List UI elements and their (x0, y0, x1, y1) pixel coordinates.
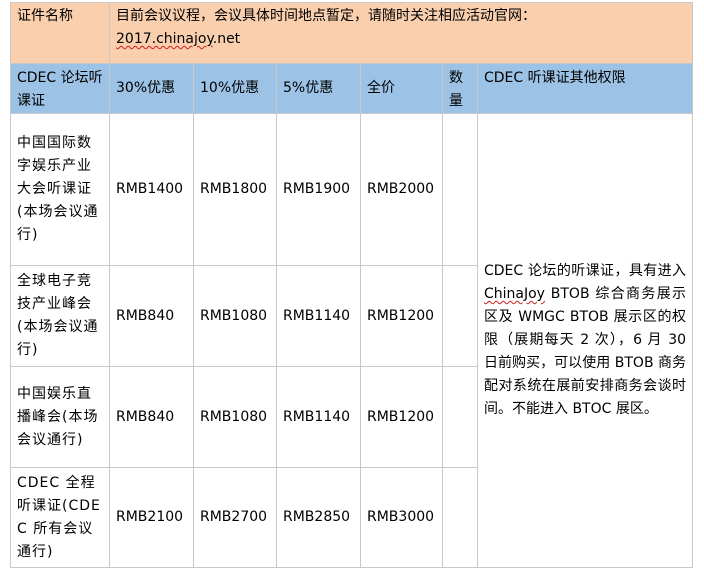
quantity-cell[interactable] (442, 265, 478, 367)
header-discount-10: 10%优惠 (193, 63, 277, 114)
header-full-price: 全价 (360, 63, 443, 114)
pass-name: 中国娱乐直播峰会(本场会议通行) (10, 366, 110, 468)
price-full: RMB1200 (360, 265, 443, 367)
price-30: RMB2100 (109, 467, 194, 568)
pass-name: 中国国际数字娱乐产业大会听课证(本场会议通行) (10, 113, 110, 266)
price-5: RMB2850 (276, 467, 361, 568)
price-10: RMB2700 (193, 467, 277, 568)
price-5: RMB1140 (276, 265, 361, 367)
header-row: CDEC 论坛听课证 30%优惠 10%优惠 5%优惠 全价 数量 CDEC 听… (10, 63, 694, 114)
website-link-suffix: .net (212, 31, 241, 47)
price-full: RMB2000 (360, 113, 443, 266)
price-10: RMB1800 (193, 113, 277, 266)
other-rights-text: CDEC 论坛的听课证，具有进入 ChinaJoy BTOB 综合商务展示区及 … (476, 113, 694, 568)
certificate-name-label: 证件名称 (10, 2, 110, 64)
quantity-cell[interactable] (442, 467, 478, 568)
agenda-notice-text: 目前会议议程，会议具体时间地点暂定，请随时关注相应活动官网： (116, 8, 536, 24)
quantity-cell[interactable] (442, 366, 478, 468)
pass-name: CDEC 全程听课证(CDEC 所有会议通行) (10, 467, 110, 568)
pass-name: 全球电子竞技产业峰会(本场会议通行) (10, 265, 110, 367)
price-5: RMB1900 (276, 113, 361, 266)
agenda-notice: 目前会议议程，会议具体时间地点暂定，请随时关注相应活动官网： 2017.china… (108, 2, 694, 64)
price-30: RMB840 (109, 265, 194, 367)
price-30: RMB840 (109, 366, 194, 468)
benefits-text-end: BTOB 综合商务展示区及 WMGC BTOB 展示区的权限（展期每天 2 次）… (484, 286, 687, 417)
header-quantity: 数量 (442, 63, 478, 114)
brand-name: ChinaJoy (484, 286, 545, 302)
header-discount-30: 30%优惠 (109, 63, 194, 114)
price-full: RMB1200 (360, 366, 443, 468)
price-full: RMB3000 (360, 467, 443, 568)
header-discount-5: 5%优惠 (276, 63, 361, 114)
price-10: RMB1080 (193, 366, 277, 468)
table-row: 中国国际数字娱乐产业大会听课证(本场会议通行) RMB1400 RMB1800 … (10, 113, 694, 568)
price-10: RMB1080 (193, 265, 277, 367)
header-other-rights: CDEC 听课证其他权限 (476, 63, 694, 114)
price-30: RMB1400 (109, 113, 194, 266)
pricing-table: 证件名称 目前会议议程，会议具体时间地点暂定，请随时关注相应活动官网： 2017.… (10, 2, 694, 568)
notice-row: 证件名称 目前会议议程，会议具体时间地点暂定，请随时关注相应活动官网： 2017.… (10, 2, 694, 64)
website-link[interactable]: 2017.chinajoy (116, 31, 213, 47)
quantity-cell[interactable] (442, 113, 478, 266)
header-pass-type: CDEC 论坛听课证 (10, 63, 110, 114)
benefits-text-start: CDEC 论坛的听课证，具有进入 (484, 263, 687, 279)
price-5: RMB1140 (276, 366, 361, 468)
